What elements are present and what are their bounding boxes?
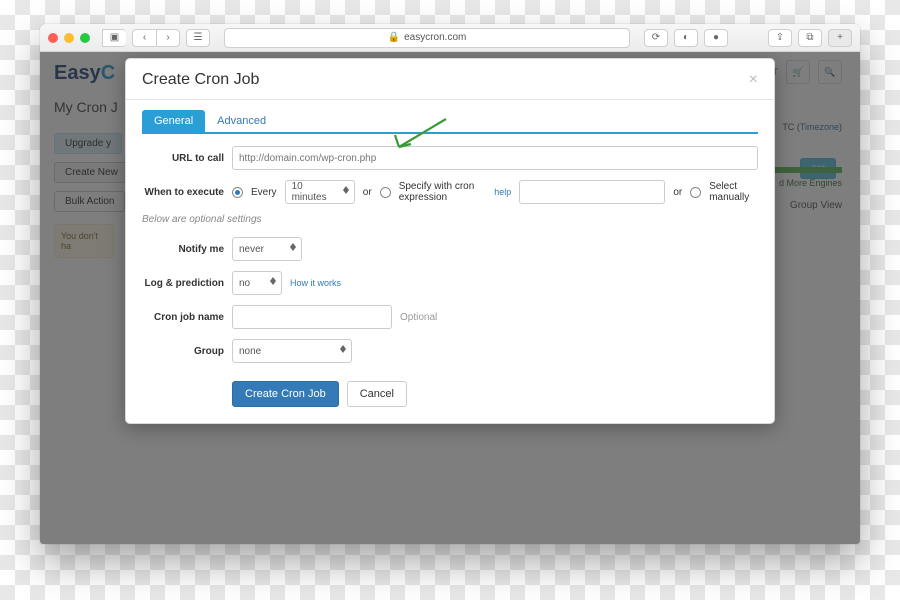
new-tab-button[interactable]: +	[828, 29, 852, 47]
browser-window: ▣ ‹ › ☰ 🔒 easycron.com ⟳ ◐ ● ⇪ ⧉ + om, L…	[40, 24, 860, 544]
help-link[interactable]: help	[494, 187, 511, 197]
group-select[interactable]: none	[232, 339, 352, 363]
url-text: easycron.com	[404, 32, 466, 43]
notify-select[interactable]: never	[232, 237, 302, 261]
radio-manual[interactable]	[690, 187, 701, 198]
tab-general[interactable]: General	[142, 110, 205, 132]
modal-header: Create Cron Job ×	[126, 59, 774, 100]
label-url: URL to call	[142, 153, 224, 164]
reader-mode-button[interactable]: ◐	[674, 29, 698, 47]
lock-icon: 🔒	[388, 32, 400, 43]
modal-body: General Advanced URL to call When to exe…	[126, 100, 774, 423]
optional-hint: Below are optional settings	[142, 214, 758, 225]
label-log: Log & prediction	[142, 278, 224, 289]
label-name: Cron job name	[142, 312, 224, 323]
cron-name-input[interactable]	[232, 305, 392, 329]
row-log: Log & prediction no How it works	[142, 271, 758, 295]
modal-tabs: General Advanced	[142, 110, 758, 134]
manual-label: Select manually	[709, 181, 758, 203]
how-it-works-link[interactable]: How it works	[290, 278, 341, 288]
specify-label: Specify with cron expression	[399, 181, 487, 203]
share-button[interactable]: ⇪	[768, 29, 792, 47]
close-window-icon[interactable]	[48, 33, 58, 43]
submit-button[interactable]: Create Cron Job	[232, 381, 339, 407]
create-cron-modal: Create Cron Job × General Advanced URL t…	[125, 58, 775, 424]
address-bar[interactable]: 🔒 easycron.com	[224, 28, 630, 48]
log-select[interactable]: no	[232, 271, 282, 295]
titlebar: ▣ ‹ › ☰ 🔒 easycron.com ⟳ ◐ ● ⇪ ⧉ +	[40, 24, 860, 52]
reload-button[interactable]: ⟳	[644, 29, 668, 47]
label-when: When to execute	[142, 187, 224, 198]
radio-cron-expression[interactable]	[380, 187, 391, 198]
every-label: Every	[251, 187, 277, 198]
row-notify: Notify me never	[142, 237, 758, 261]
label-group: Group	[142, 346, 224, 357]
or-text-1: or	[363, 187, 372, 198]
row-when: When to execute Every 10 minutes or Spec…	[142, 180, 758, 204]
row-group: Group none	[142, 339, 758, 363]
maximize-window-icon[interactable]	[80, 33, 90, 43]
tab-advanced[interactable]: Advanced	[205, 110, 278, 132]
optional-text: Optional	[400, 312, 437, 323]
label-notify: Notify me	[142, 244, 224, 255]
tabs-button[interactable]: ⧉	[798, 29, 822, 47]
reader-button[interactable]: ☰	[186, 29, 210, 47]
modal-footer: Create Cron Job Cancel	[232, 381, 758, 407]
privacy-button[interactable]: ●	[704, 29, 728, 47]
panel-icon[interactable]: ▣	[102, 29, 126, 47]
close-icon[interactable]: ×	[749, 71, 758, 89]
row-url: URL to call	[142, 146, 758, 170]
cron-expression-input[interactable]	[519, 180, 665, 204]
cancel-button[interactable]: Cancel	[347, 381, 407, 407]
modal-title: Create Cron Job	[142, 71, 259, 89]
url-input[interactable]	[232, 146, 758, 170]
minimize-window-icon[interactable]	[64, 33, 74, 43]
nav-buttons: ‹ ›	[132, 29, 180, 47]
or-text-2: or	[673, 187, 682, 198]
forward-button[interactable]: ›	[156, 29, 180, 47]
interval-select[interactable]: 10 minutes	[285, 180, 355, 204]
window-controls	[48, 33, 90, 43]
radio-every[interactable]	[232, 187, 243, 198]
page-viewport: om, LOGOUT 🛒 🔍 EasyC TC (Timezone) My Cr…	[40, 52, 860, 544]
back-button[interactable]: ‹	[132, 29, 156, 47]
row-name: Cron job name Optional	[142, 305, 758, 329]
sidebar-toggle[interactable]: ▣	[102, 29, 126, 47]
